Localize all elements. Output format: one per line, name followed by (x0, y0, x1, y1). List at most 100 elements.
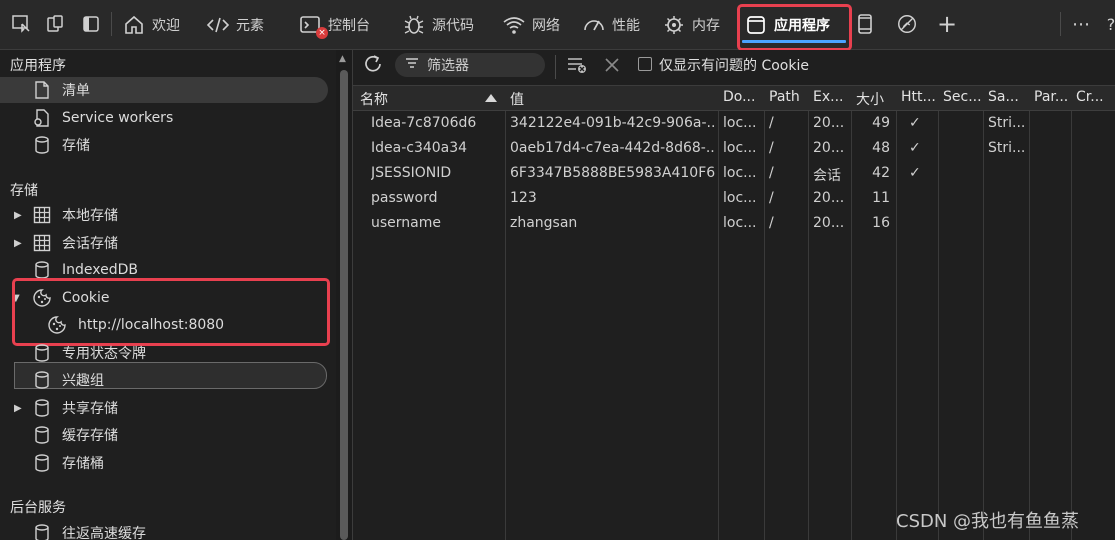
cell-path: / (769, 165, 774, 181)
column-header-domain[interactable]: Do... (723, 89, 755, 105)
tab-network[interactable]: 网络 (502, 8, 560, 42)
sidebar-item-session-storage[interactable]: ▶ 会话存储 (0, 230, 328, 256)
tab-label: 应用程序 (774, 18, 830, 34)
cell-name: username (371, 215, 441, 231)
cell-path: / (769, 115, 774, 131)
column-header-size[interactable]: 大小 (856, 89, 884, 109)
cell-name: Idea-c340a34 (371, 140, 468, 156)
refresh-icon[interactable] (362, 53, 384, 79)
cell-httponly: ✓ (909, 165, 921, 181)
table-row[interactable]: password 123 loc... / 20... 11 (353, 186, 1115, 211)
column-header-value[interactable]: 值 (510, 89, 524, 109)
sidebar-item-local-storage[interactable]: ▶ 本地存储 (0, 202, 328, 228)
table-row[interactable]: username zhangsan loc... / 20... 16 (353, 211, 1115, 236)
sidebar-item-storage[interactable]: 存储 (0, 132, 328, 158)
sidebar-item-back-forward-cache[interactable]: 往返高速缓存 (0, 520, 328, 540)
cell-value: zhangsan (510, 215, 578, 231)
phone-icon[interactable] (854, 13, 876, 35)
expand-arrow-icon[interactable]: ▶ (14, 238, 26, 249)
device-emulation-icon[interactable] (44, 13, 66, 35)
table-row[interactable]: Idea-7c8706d6 342122e4-091b-42c9-906a-..… (353, 111, 1115, 136)
no-performance-icon[interactable] (896, 13, 918, 35)
tab-label: 元素 (236, 18, 264, 34)
tab-application[interactable]: 应用程序 (744, 8, 830, 42)
watermark: CSDN @我也有鱼鱼蒸 (896, 511, 1080, 532)
column-header-cross-site[interactable]: Cr... (1076, 89, 1104, 105)
tab-label: 欢迎 (152, 18, 180, 34)
tab-label: 内存 (692, 18, 720, 34)
sidebar-item-manifest[interactable]: 清单 (0, 77, 328, 103)
sidebar-item-interest-groups[interactable]: 兴趣组 (0, 367, 328, 393)
cell-expires: 20... (813, 215, 845, 231)
column-header-expires[interactable]: Ex... (813, 89, 843, 105)
sidebar-item-label: 本地存储 (62, 208, 118, 224)
only-issues-checkbox[interactable] (638, 57, 652, 71)
more-options-icon[interactable]: ⋯ (1070, 13, 1092, 35)
table-row[interactable]: JSESSIONID 6F3347B5888BE5983A410F6... lo… (353, 161, 1115, 186)
tab-performance[interactable]: 性能 (582, 8, 640, 42)
column-header-httponly[interactable]: Htt... (901, 89, 936, 105)
cell-size: 11 (872, 190, 890, 206)
sidebar-item-storage-buckets[interactable]: 存储桶 (0, 450, 328, 476)
tab-memory[interactable]: 内存 (662, 8, 720, 42)
toolbar-divider (555, 55, 556, 79)
clear-filtered-icon[interactable] (566, 56, 590, 78)
sidebar-item-cookie-origin[interactable]: http://localhost:8080 (0, 312, 328, 338)
scroll-up-icon[interactable]: ▲ (339, 54, 346, 64)
sidebar-item-label: 会话存储 (62, 236, 118, 252)
active-tab-indicator (742, 40, 846, 43)
collapse-arrow-icon[interactable]: ▼ (12, 293, 24, 304)
sort-ascending-icon (485, 94, 497, 102)
tab-elements[interactable]: 元素 (206, 8, 264, 42)
sidebar-scrollbar-thumb[interactable] (340, 70, 348, 540)
delete-selected-icon[interactable] (603, 56, 621, 78)
file-icon (32, 80, 52, 100)
section-header-application: 应用程序 (10, 58, 66, 74)
tab-welcome[interactable]: 欢迎 (122, 8, 180, 42)
inspect-icon[interactable] (10, 13, 32, 35)
column-header-partition-key[interactable]: Par... (1034, 89, 1068, 105)
cell-path: / (769, 140, 774, 156)
cookie-table: 名称 值 Do... Path Ex... 大小 Htt... Sec... S… (353, 86, 1115, 540)
tab-console[interactable]: 控制台 (298, 8, 370, 42)
sidebar-item-service-workers[interactable]: Service workers (0, 105, 328, 131)
sidebar-item-private-state-tokens[interactable]: 专用状态令牌 (0, 340, 328, 366)
expand-arrow-icon[interactable]: ▶ (14, 210, 26, 221)
application-sidebar: 应用程序 清单 Service workers 存储 存储 ▶ 本地存储 ▶ 会… (0, 50, 336, 540)
grid-icon (32, 233, 52, 253)
column-header-name[interactable]: 名称 (360, 89, 388, 109)
filter-input[interactable]: 筛选器 (395, 53, 545, 77)
cell-domain: loc... (723, 190, 757, 206)
gauge-icon (582, 13, 606, 37)
cell-size: 42 (872, 165, 890, 181)
sidebar-item-indexeddb[interactable]: IndexedDB (0, 257, 328, 283)
section-header-background-services: 后台服务 (10, 500, 66, 516)
help-icon[interactable]: ? (1100, 13, 1115, 35)
cookie-toolbar: 筛选器 仅显示有问题的 Cookie (353, 50, 1115, 86)
cell-name: password (371, 190, 438, 206)
tab-label: 源代码 (432, 18, 474, 34)
column-header-path[interactable]: Path (769, 89, 800, 105)
cell-path: / (769, 215, 774, 231)
sidebar-item-shared-storage[interactable]: ▶ 共享存储 (0, 395, 328, 421)
cell-expires: 20... (813, 190, 845, 206)
expand-arrow-icon[interactable]: ▶ (14, 403, 26, 414)
tab-sources[interactable]: 源代码 (402, 8, 474, 42)
error-badge-icon: × (316, 27, 328, 39)
cell-size: 49 (872, 115, 890, 131)
sidebar-item-cookie[interactable]: ▼ Cookie (0, 285, 328, 311)
table-row[interactable]: Idea-c340a34 0aeb17d4-c7ea-442d-8d68-...… (353, 136, 1115, 161)
tab-label: 控制台 (328, 18, 370, 34)
column-header-secure[interactable]: Sec... (943, 89, 982, 105)
database-icon (32, 523, 52, 540)
database-icon (32, 343, 52, 363)
sidebar-toggle-icon[interactable] (80, 13, 102, 35)
cookie-icon (47, 315, 67, 335)
cell-domain: loc... (723, 140, 757, 156)
sidebar-item-label: 存储 (62, 138, 90, 154)
cookie-panel: 筛选器 仅显示有问题的 Cookie 名称 值 Do... Path Ex... (352, 50, 1115, 540)
add-tab-icon[interactable]: + (936, 10, 958, 38)
database-icon (32, 370, 52, 390)
column-header-samesite[interactable]: Sa... (988, 89, 1019, 105)
sidebar-item-cache-storage[interactable]: 缓存存储 (0, 422, 328, 448)
